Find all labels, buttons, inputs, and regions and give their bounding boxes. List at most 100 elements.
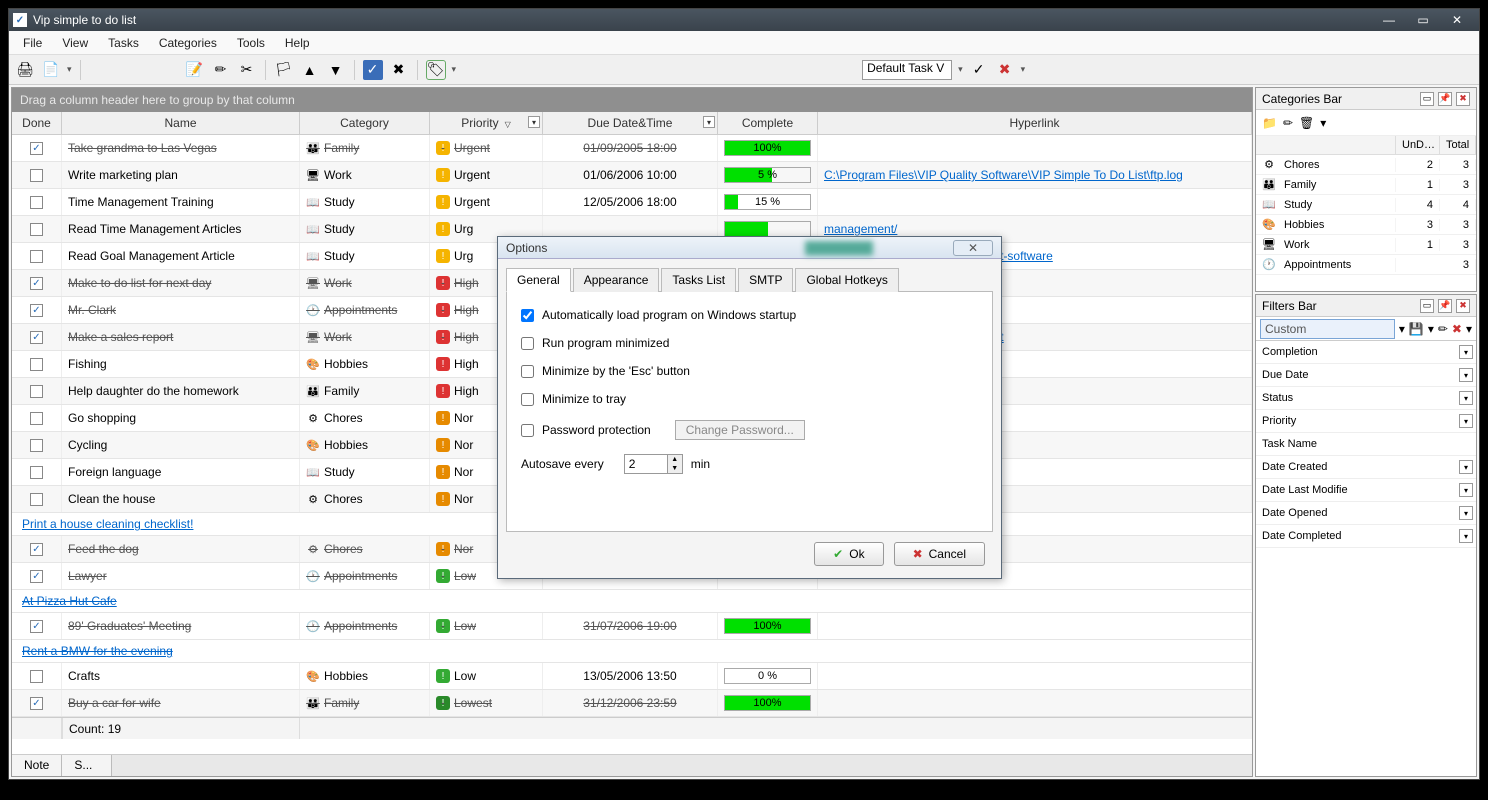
- category-row[interactable]: 🎨Hobbies33: [1256, 215, 1476, 235]
- dropdown-icon[interactable]: ▾: [1459, 414, 1473, 428]
- table-row[interactable]: ✓89' Graduates' Meeting🕐Appointments!Low…: [12, 613, 1252, 640]
- dropdown-icon[interactable]: ▾: [452, 64, 457, 75]
- dropdown-icon[interactable]: ▾: [1459, 460, 1473, 474]
- dropdown-icon[interactable]: ▾: [958, 64, 963, 75]
- done-checkbox[interactable]: [30, 670, 43, 683]
- minimize-button[interactable]: —: [1377, 12, 1401, 28]
- dialog-tab-smtp[interactable]: SMTP: [738, 268, 793, 292]
- dropdown-icon[interactable]: ▾: [1459, 506, 1473, 520]
- done-checkbox[interactable]: ✓: [30, 331, 43, 344]
- filter-clear-icon[interactable]: ✖: [995, 60, 1015, 80]
- table-row[interactable]: ✓Take grandma to Las Vegas👪Family!Urgent…: [12, 135, 1252, 162]
- dialog-close-icon[interactable]: ✕: [953, 240, 993, 256]
- edit-task-icon[interactable]: ✏: [211, 60, 231, 80]
- menu-help[interactable]: Help: [277, 34, 318, 52]
- done-checkbox[interactable]: [30, 223, 43, 236]
- dropdown-icon[interactable]: ▾: [1459, 391, 1473, 405]
- new-task-icon[interactable]: 📝: [185, 60, 205, 80]
- done-checkbox[interactable]: ✓: [30, 142, 43, 155]
- filter-field[interactable]: Due Date▾: [1256, 364, 1476, 387]
- filter-field[interactable]: Date Created▾: [1256, 456, 1476, 479]
- task-link[interactable]: C:\Program Files\VIP Quality Software\VI…: [818, 162, 1252, 188]
- filter-save-icon[interactable]: 💾: [1409, 322, 1424, 336]
- filter-dropdown-icon[interactable]: ▾: [703, 116, 715, 128]
- group-row[interactable]: Rent a BMW for the evening: [12, 640, 1252, 663]
- panel-restore-icon[interactable]: ▭: [1420, 92, 1434, 106]
- menu-tools[interactable]: Tools: [229, 34, 273, 52]
- filter-field[interactable]: Date Last Modifie▾: [1256, 479, 1476, 502]
- opt-autostart-checkbox[interactable]: [521, 309, 534, 322]
- category-row[interactable]: ⚙Chores23: [1256, 155, 1476, 175]
- opt-minimized-checkbox[interactable]: [521, 337, 534, 350]
- filter-name-input[interactable]: Default Task V: [862, 60, 952, 80]
- filter-delete-icon[interactable]: ✖: [1452, 322, 1462, 336]
- panel-pin-icon[interactable]: 📌: [1438, 92, 1452, 106]
- filter-dropdown-icon[interactable]: ▾: [528, 116, 540, 128]
- done-checkbox[interactable]: [30, 169, 43, 182]
- panel-restore-icon[interactable]: ▭: [1420, 299, 1434, 313]
- filter-field[interactable]: Task Name: [1256, 433, 1476, 456]
- done-checkbox[interactable]: [30, 439, 43, 452]
- ok-button[interactable]: ✔Ok: [814, 542, 883, 566]
- dialog-tab-appearance[interactable]: Appearance: [573, 268, 660, 292]
- menu-categories[interactable]: Categories: [151, 34, 225, 52]
- cat-col-undone[interactable]: UnD…: [1396, 136, 1440, 154]
- filter-field[interactable]: Status▾: [1256, 387, 1476, 410]
- done-checkbox[interactable]: ✓: [30, 304, 43, 317]
- delete-task-icon[interactable]: ✂: [237, 60, 257, 80]
- delete-category-icon[interactable]: 🗑: [1299, 116, 1314, 130]
- close-button[interactable]: ✕: [1445, 12, 1469, 28]
- table-row[interactable]: Time Management Training📖Study!Urgent12/…: [12, 189, 1252, 216]
- done-checkbox[interactable]: [30, 250, 43, 263]
- done-checkbox[interactable]: [30, 196, 43, 209]
- opt-password-checkbox[interactable]: [521, 424, 534, 437]
- group-row[interactable]: At Pizza Hut Cafe: [12, 590, 1252, 613]
- autosave-input[interactable]: [624, 454, 668, 474]
- category-icon[interactable]: 🏷: [426, 60, 446, 80]
- opt-esc-checkbox[interactable]: [521, 365, 534, 378]
- export-icon[interactable]: 📄: [41, 60, 61, 80]
- done-checkbox[interactable]: [30, 493, 43, 506]
- dropdown-icon[interactable]: ▾: [1428, 322, 1434, 336]
- group-bar[interactable]: Drag a column header here to group by th…: [12, 88, 1252, 112]
- category-row[interactable]: 📖Study44: [1256, 195, 1476, 215]
- column-name[interactable]: Name: [62, 112, 300, 134]
- menu-tasks[interactable]: Tasks: [100, 34, 147, 52]
- column-done[interactable]: Done: [12, 112, 62, 134]
- panel-close-icon[interactable]: ✖: [1456, 92, 1470, 106]
- dialog-tab-global-hotkeys[interactable]: Global Hotkeys: [795, 268, 898, 292]
- dialog-tab-tasks-list[interactable]: Tasks List: [661, 268, 736, 292]
- panel-pin-icon[interactable]: 📌: [1438, 299, 1452, 313]
- dropdown-icon[interactable]: ▾: [1320, 116, 1326, 130]
- bottom-tab[interactable]: S...: [62, 755, 112, 776]
- column-hyperlink[interactable]: Hyperlink: [818, 112, 1252, 134]
- check-icon[interactable]: ✓: [363, 60, 383, 80]
- spin-down-icon[interactable]: ▼: [668, 464, 682, 473]
- column-priority[interactable]: Priority▽▾: [430, 112, 543, 134]
- menu-view[interactable]: View: [54, 34, 96, 52]
- panel-close-icon[interactable]: ✖: [1456, 299, 1470, 313]
- table-row[interactable]: ✓Buy a car for wife👪Family!Lowest31/12/2…: [12, 690, 1252, 717]
- done-checkbox[interactable]: ✓: [30, 570, 43, 583]
- done-checkbox[interactable]: ✓: [30, 543, 43, 556]
- cat-col-total[interactable]: Total: [1440, 136, 1476, 154]
- dropdown-icon[interactable]: ▾: [1459, 345, 1473, 359]
- spin-up-icon[interactable]: ▲: [668, 455, 682, 464]
- dropdown-icon[interactable]: ▾: [1459, 368, 1473, 382]
- category-row[interactable]: 👪Family13: [1256, 175, 1476, 195]
- opt-tray-checkbox[interactable]: [521, 393, 534, 406]
- filter-edit-icon[interactable]: ✏: [1438, 322, 1448, 336]
- table-row[interactable]: Write marketing plan🖥Work!Urgent01/06/20…: [12, 162, 1252, 189]
- category-row[interactable]: 🖥Work13: [1256, 235, 1476, 255]
- done-checkbox[interactable]: ✓: [30, 277, 43, 290]
- done-checkbox[interactable]: ✓: [30, 620, 43, 633]
- filter-field[interactable]: Completion▾: [1256, 341, 1476, 364]
- reject-icon[interactable]: ✖: [389, 60, 409, 80]
- print-icon[interactable]: 🖨: [15, 60, 35, 80]
- dropdown-icon[interactable]: ▾: [1459, 483, 1473, 497]
- done-checkbox[interactable]: [30, 358, 43, 371]
- dropdown-icon[interactable]: ▾: [1399, 322, 1405, 336]
- filter-field[interactable]: Date Completed▾: [1256, 525, 1476, 548]
- cat-col-name[interactable]: [1256, 136, 1396, 154]
- table-row[interactable]: Crafts🎨Hobbies!Low13/05/2006 13:500 %: [12, 663, 1252, 690]
